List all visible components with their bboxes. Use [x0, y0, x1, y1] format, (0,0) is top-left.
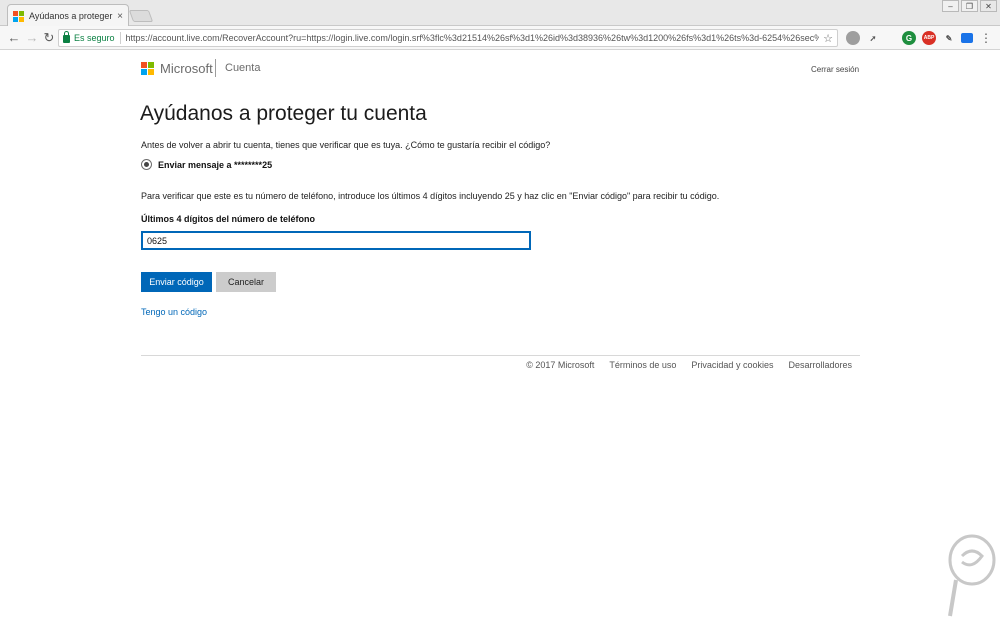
instructions-text: Para verificar que este es tu número de … [141, 191, 720, 201]
have-code-link[interactable]: Tengo un código [141, 307, 207, 317]
watermark-logo-icon [948, 534, 996, 617]
ext-green-icon[interactable]: G [902, 31, 916, 45]
microsoft-favicon-icon [13, 10, 24, 22]
page-title: Ayúdanos a proteger tu cuenta [140, 102, 427, 125]
ext-grey-icon[interactable] [846, 31, 860, 45]
ext-notes-icon[interactable]: ✎ [942, 31, 956, 45]
lock-icon [63, 31, 70, 43]
footer-developers-link[interactable]: Desarrolladores [788, 360, 852, 370]
browser-tab[interactable]: Ayúdanos a proteger tu c × [7, 4, 129, 27]
maximize-icon[interactable]: ❐ [961, 0, 978, 12]
footer-divider [141, 355, 860, 356]
last-digits-input[interactable] [141, 231, 531, 250]
header-separator [215, 59, 216, 77]
brand-name: Microsoft [160, 61, 213, 76]
microsoft-logo-icon [141, 62, 154, 75]
cancel-button[interactable]: Cancelar [216, 272, 276, 292]
send-code-button[interactable]: Enviar código [141, 272, 212, 292]
star-icon[interactable]: ☆ [823, 32, 833, 45]
footer: © 2017 Microsoft Términos de uso Privaci… [526, 360, 852, 370]
ext-adblock-icon[interactable]: ABP [922, 31, 936, 45]
minimize-icon[interactable]: – [942, 0, 959, 12]
page-content: Microsoft Cuenta Cerrar sesión Ayúdanos … [0, 51, 1000, 621]
url-text[interactable]: https://account.live.com/RecoverAccount?… [126, 33, 820, 43]
tab-close-icon[interactable]: × [117, 11, 123, 22]
address-separator [119, 32, 121, 44]
browser-menu-icon[interactable]: ⋮ [980, 30, 992, 46]
digits-field-label: Últimos 4 dígitos del número de teléfono [141, 214, 316, 224]
new-tab-button[interactable] [128, 10, 154, 22]
signout-link[interactable]: Cerrar sesión [811, 65, 859, 74]
footer-terms-link[interactable]: Términos de uso [609, 360, 676, 370]
reload-icon[interactable]: ↻ [42, 30, 56, 46]
header-section: Cuenta [225, 62, 261, 74]
browser-toolbar: ← → ↻ Es seguro https://account.live.com… [0, 26, 1000, 50]
footer-privacy-link[interactable]: Privacidad y cookies [691, 360, 773, 370]
ext-mouse-icon[interactable]: ➚ [866, 31, 880, 45]
intro-text: Antes de volver a abrir tu cuenta, tiene… [141, 140, 551, 150]
send-sms-radio[interactable] [141, 159, 152, 170]
back-icon[interactable]: ← [7, 30, 21, 46]
forward-icon[interactable]: → [25, 30, 39, 46]
secure-label: Es seguro [74, 33, 115, 43]
window-controls: – ❐ ✕ [940, 0, 997, 12]
footer-copyright: © 2017 Microsoft [526, 360, 595, 370]
send-sms-label[interactable]: Enviar mensaje a ********25 [158, 160, 272, 170]
browser-titlebar: Ayúdanos a proteger tu c × – ❐ ✕ [0, 0, 1000, 27]
address-bar[interactable]: Es seguro https://account.live.com/Recov… [58, 29, 838, 47]
close-window-icon[interactable]: ✕ [980, 0, 997, 12]
ext-cast-icon[interactable] [961, 33, 973, 43]
tab-title: Ayúdanos a proteger tu c [29, 11, 114, 21]
